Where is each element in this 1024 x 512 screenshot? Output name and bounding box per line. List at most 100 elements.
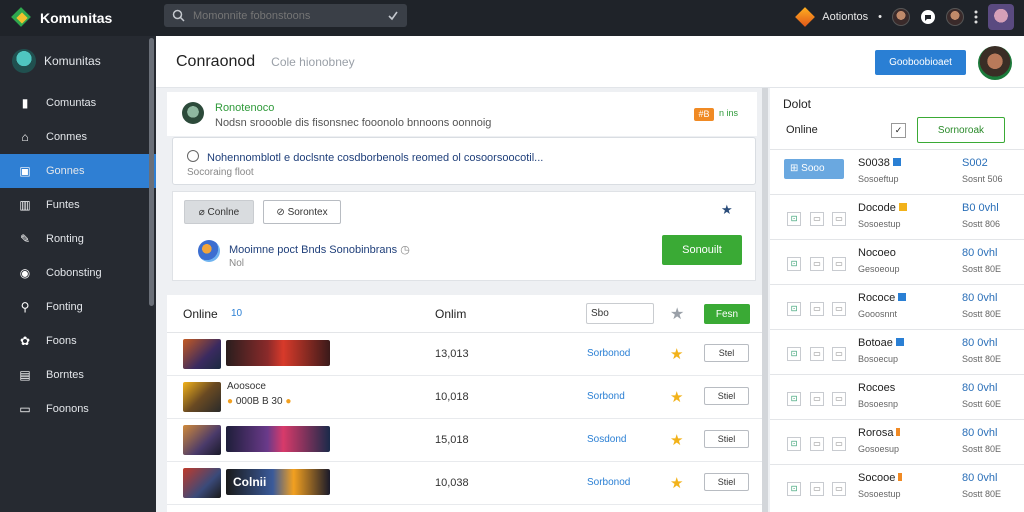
friend-avatar[interactable] bbox=[892, 8, 910, 26]
game-thumbnail[interactable] bbox=[183, 339, 221, 369]
card-icon[interactable]: ▭ bbox=[810, 212, 824, 226]
controller-icon[interactable]: ⊡ bbox=[787, 302, 801, 316]
post-author[interactable]: Ronotenoco bbox=[215, 102, 274, 114]
row-button[interactable]: Stel bbox=[704, 344, 749, 362]
game-thumbnail[interactable] bbox=[183, 468, 221, 498]
list-item[interactable]: ⊡ ▭ ▭ Socooe Sosoestup 80 0vhl Sostt 80E bbox=[770, 464, 1024, 509]
notice-card[interactable]: Nohennomblotl e doclsnte cosdborbenols r… bbox=[172, 137, 756, 185]
user-label[interactable]: Aotiontos bbox=[822, 11, 868, 23]
list-item[interactable]: ⊡ ▭ ▭ Rocoes Bosoesnp 80 0vhl Sostt 60E bbox=[770, 374, 1024, 419]
list-item[interactable]: ⊡ ▭ ▭ Rococe Gooosnnt 80 0vhl Sostt 80E bbox=[770, 284, 1024, 329]
controller-icon[interactable]: ⊡ bbox=[787, 392, 801, 406]
composer-secondary-label: Sorontex bbox=[287, 206, 328, 218]
sidebar: Komunitas ▮ Comuntas ⌂ Conmes ▣ Gonnes ▥ Fun… bbox=[0, 36, 156, 512]
controller-icon[interactable]: ⊡ bbox=[787, 437, 801, 451]
card-icon[interactable]: ▭ bbox=[810, 392, 824, 406]
star-icon[interactable]: ★ bbox=[670, 345, 683, 363]
table-row[interactable]: 13,013 Sorbonod ★ Stel bbox=[167, 333, 762, 376]
sidebar-profile[interactable]: Komunitas bbox=[0, 36, 156, 86]
profile-avatar[interactable] bbox=[988, 4, 1014, 30]
row-status[interactable]: Sorbonod bbox=[587, 348, 630, 359]
composer-entry-text: Mooimne poct Bnds Sonobinbrans ◷ bbox=[229, 243, 410, 256]
header-avatar[interactable] bbox=[978, 46, 1012, 80]
row-button[interactable]: Stiel bbox=[704, 387, 749, 405]
list-item[interactable]: ⊡ ▭ ▭ Nocoeo Gesoeoup 80 0vhl Sostt 80E bbox=[770, 239, 1024, 284]
star-icon[interactable]: ★ bbox=[670, 304, 684, 324]
main-scrollbar[interactable] bbox=[762, 88, 768, 512]
controller-icon[interactable]: ⊡ bbox=[787, 257, 801, 271]
table-row[interactable]: Colnii 10,038 Sorbonod ★ Stiel bbox=[167, 462, 762, 505]
row-button[interactable]: Stiel bbox=[704, 430, 749, 448]
more-icon[interactable] bbox=[974, 10, 978, 24]
controller-icon[interactable]: ⊡ bbox=[787, 347, 801, 361]
online-checkbox[interactable]: ✓ bbox=[891, 123, 906, 138]
card-icon[interactable]: ▭ bbox=[810, 257, 824, 271]
row-status[interactable]: Sorbonod bbox=[587, 477, 630, 488]
right-panel-button[interactable]: Sornoroak bbox=[917, 117, 1005, 143]
card-icon[interactable]: ▭ bbox=[810, 437, 824, 451]
row-button[interactable]: Stiel bbox=[704, 473, 749, 491]
composer-secondary-button[interactable]: ⊘ Sorontex bbox=[263, 200, 341, 224]
sidebar-item-ronting[interactable]: ✎ Ronting bbox=[0, 222, 156, 256]
list-item-value: 80 0vhl bbox=[962, 292, 998, 304]
table-row[interactable]: 15,018 Sosdond ★ Stiel bbox=[167, 419, 762, 462]
check-icon[interactable] bbox=[387, 10, 399, 22]
card-icon[interactable]: ▭ bbox=[810, 347, 824, 361]
sidebar-item-borntes[interactable]: ▤ Borntes bbox=[0, 358, 156, 392]
brand[interactable]: Komunitas bbox=[0, 7, 156, 28]
game-banner[interactable] bbox=[226, 340, 330, 366]
game-banner[interactable] bbox=[226, 426, 330, 452]
row-extra-label: 000B B 30 bbox=[235, 396, 283, 407]
card-icon[interactable]: ▭ bbox=[810, 482, 824, 496]
row-status[interactable]: Sorbond bbox=[587, 391, 625, 402]
gem-icon[interactable] bbox=[795, 7, 816, 27]
sidebar-item-cobonsting[interactable]: ◉ Cobonsting bbox=[0, 256, 156, 290]
gamepad-icon: ▣ bbox=[19, 164, 31, 178]
sidebar-scrollbar[interactable] bbox=[149, 38, 154, 306]
column-header[interactable]: Onlim bbox=[435, 307, 466, 321]
search-bar[interactable] bbox=[164, 4, 407, 27]
list-item[interactable]: ⊡ ▭ ▭ Botoae Bosoecup 80 0vhl Sostt 80E bbox=[770, 329, 1024, 374]
home-icon: ⌂ bbox=[21, 130, 29, 144]
table-row[interactable]: Aoosoce ● 000B B 30 ● 10,018 Sorbond ★ S… bbox=[167, 376, 762, 419]
list-item[interactable]: ⊡ ▭ ▭ Docode Sosoestup B0 0vhl Sostt 806 bbox=[770, 194, 1024, 239]
search-input[interactable] bbox=[193, 9, 379, 22]
card-icon[interactable]: ▭ bbox=[832, 347, 846, 361]
controller-icon[interactable]: ⊡ bbox=[787, 212, 801, 226]
sidebar-item-comuntas[interactable]: ▮ Comuntas bbox=[0, 86, 156, 120]
card-icon[interactable]: ▭ bbox=[832, 212, 846, 226]
post-author-avatar[interactable] bbox=[182, 102, 204, 124]
sidebar-item-foonons[interactable]: ▭ Foonons bbox=[0, 392, 156, 426]
card-icon[interactable]: ▭ bbox=[832, 437, 846, 451]
card-icon[interactable]: ▭ bbox=[832, 482, 846, 496]
card-icon[interactable]: ▭ bbox=[832, 257, 846, 271]
star-icon[interactable]: ★ bbox=[670, 431, 683, 449]
card-icon[interactable]: ▭ bbox=[832, 302, 846, 316]
sidebar-item-fonting[interactable]: ⚲ Fonting bbox=[0, 290, 156, 324]
list-item[interactable]: ⊞ Sooo S0038 Sosoeftup S002 Sosnt 506 bbox=[770, 149, 1024, 194]
row-status[interactable]: Sosdond bbox=[587, 434, 626, 445]
flag-icon bbox=[896, 428, 901, 436]
sidebar-item-gonnes[interactable]: ▣ Gonnes bbox=[0, 154, 156, 188]
card-icon[interactable]: ▭ bbox=[810, 302, 824, 316]
star-icon[interactable]: ★ bbox=[670, 474, 683, 492]
table-action-button[interactable]: Fesn bbox=[704, 304, 750, 324]
chat-icon[interactable] bbox=[920, 9, 936, 25]
sidebar-item-funtes[interactable]: ▥ Funtes bbox=[0, 188, 156, 222]
tag-badge[interactable]: ⊞ Sooo bbox=[784, 159, 844, 179]
list-item[interactable]: ⊡ ▭ ▭ Rorosa Gosoesup 80 0vhl Sostt 80E bbox=[770, 419, 1024, 464]
table-filter-input[interactable] bbox=[586, 303, 654, 324]
composer-primary-button[interactable]: ⌀ Conlne bbox=[184, 200, 254, 224]
user-avatar[interactable] bbox=[946, 8, 964, 26]
sidebar-item-conmes[interactable]: ⌂ Conmes bbox=[0, 120, 156, 154]
star-icon[interactable]: ★ bbox=[670, 388, 683, 406]
controller-icon[interactable]: ⊡ bbox=[787, 482, 801, 496]
header-action-button[interactable]: Gooboobioaet bbox=[875, 50, 966, 75]
globe-icon bbox=[198, 240, 220, 262]
sidebar-item-foons[interactable]: ✿ Foons bbox=[0, 324, 156, 358]
game-thumbnail[interactable] bbox=[183, 382, 221, 412]
submit-button[interactable]: Sonouilt bbox=[662, 235, 742, 265]
card-icon[interactable]: ▭ bbox=[832, 392, 846, 406]
game-thumbnail[interactable] bbox=[183, 425, 221, 455]
pin-icon[interactable]: ★ bbox=[721, 202, 733, 218]
